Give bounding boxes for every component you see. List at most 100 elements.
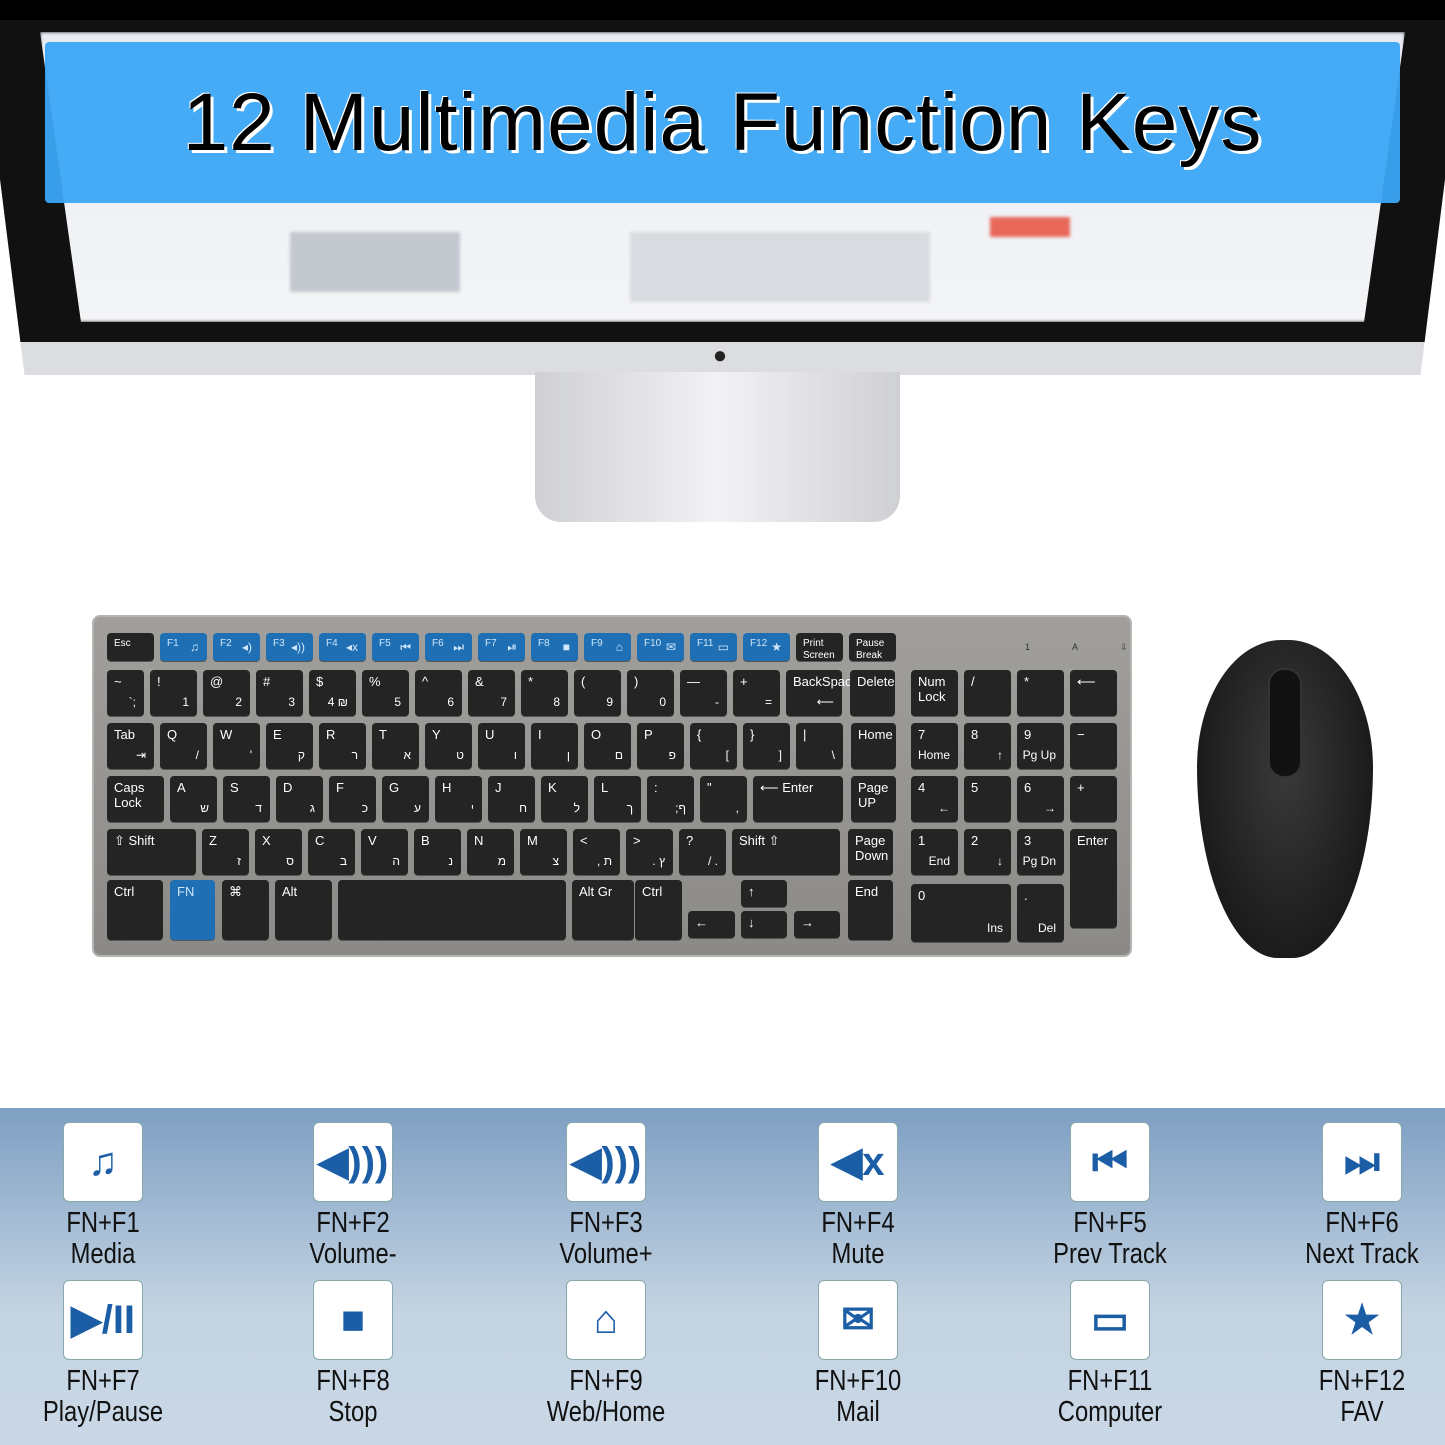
numpad-key-8[interactable]: 4 ←: [911, 776, 958, 822]
key-8[interactable]: Iן: [531, 723, 578, 769]
key-10[interactable]: ? / .: [679, 829, 726, 875]
numpad-key-0[interactable]: Num Lock: [911, 670, 958, 716]
key-11[interactable]: ",: [700, 776, 747, 822]
key-bottom-4[interactable]: [338, 880, 566, 940]
numpad-key-4[interactable]: 7 Home: [911, 723, 958, 769]
key-f6[interactable]: F6 ⏭: [425, 633, 472, 661]
key-f7[interactable]: F7 ⏯: [478, 633, 525, 661]
key-6[interactable]: Hי: [435, 776, 482, 822]
key-5[interactable]: Tא: [372, 723, 419, 769]
key-f1[interactable]: F1 ♫: [160, 633, 207, 661]
key-bottom-3[interactable]: Alt: [275, 880, 332, 940]
key-bottom-11[interactable]: End: [848, 880, 893, 940]
numpad-key-6[interactable]: 9 Pg Up: [1017, 723, 1064, 769]
key-bottom-2[interactable]: ⌘: [222, 880, 269, 940]
key-bottom-0[interactable]: Ctrl: [107, 880, 163, 940]
key-14[interactable]: Home: [851, 723, 896, 769]
key-7[interactable]: Jח: [488, 776, 535, 822]
key-bottom-6[interactable]: Ctrl: [635, 880, 682, 940]
key-f12[interactable]: F12 ★: [743, 633, 790, 661]
numpad-key-5[interactable]: 8 ↑: [964, 723, 1011, 769]
numpad-key-7[interactable]: −: [1070, 723, 1117, 769]
key-8[interactable]: Kל: [541, 776, 588, 822]
key-bottom-10[interactable]: →: [794, 911, 840, 938]
key-4[interactable]: Rר: [319, 723, 366, 769]
key-10[interactable]: ) 0: [627, 670, 674, 716]
key-0[interactable]: Caps Lock: [107, 776, 164, 822]
key-7[interactable]: Uו: [478, 723, 525, 769]
key-print-screen[interactable]: Print Screen: [796, 633, 843, 661]
key-12[interactable]: ⟵ Enter: [753, 776, 843, 822]
key-4[interactable]: Vה: [361, 829, 408, 875]
key-0[interactable]: Tab ⇥: [107, 723, 154, 769]
key-1[interactable]: ! 1: [150, 670, 197, 716]
key-8[interactable]: < , ת: [573, 829, 620, 875]
numpad-key-1[interactable]: /: [964, 670, 1011, 716]
numpad-key-11[interactable]: +: [1070, 776, 1117, 822]
key-2[interactable]: Xס: [255, 829, 302, 875]
key-3[interactable]: #3: [256, 670, 303, 716]
key-f5[interactable]: F5 ⏮: [372, 633, 419, 661]
key-f8[interactable]: F8 ■: [531, 633, 578, 661]
key-9[interactable]: Lך: [594, 776, 641, 822]
key-3[interactable]: Dג: [276, 776, 323, 822]
numpad-key-15[interactable]: Enter: [1070, 829, 1117, 928]
key-5[interactable]: Gע: [382, 776, 429, 822]
key-5[interactable]: Bנ: [414, 829, 461, 875]
key-13[interactable]: | \: [796, 723, 843, 769]
key-9[interactable]: Oם: [584, 723, 631, 769]
key-6[interactable]: Yט: [425, 723, 472, 769]
key-9[interactable]: > . ץ: [626, 829, 673, 875]
key-0[interactable]: ~ `;: [107, 670, 144, 716]
key-1[interactable]: Zז: [202, 829, 249, 875]
key-13[interactable]: BackSpace ⟵: [786, 670, 859, 716]
numpad-key-17[interactable]: . Del: [1017, 884, 1064, 942]
key-11[interactable]: {[: [690, 723, 737, 769]
key-pause-break[interactable]: Pause Break: [849, 633, 896, 661]
key-bottom-8[interactable]: ↑: [741, 880, 787, 907]
numpad-key-3[interactable]: ⟵: [1070, 670, 1117, 716]
key-bottom-1[interactable]: FN: [170, 880, 215, 940]
key-0[interactable]: ⇧ Shift: [107, 829, 196, 875]
numpad-key-2[interactable]: *: [1017, 670, 1064, 716]
key-f10[interactable]: F10 ✉: [637, 633, 684, 661]
key-14[interactable]: Delete: [850, 670, 895, 716]
key-1[interactable]: Q /: [160, 723, 207, 769]
key-f11[interactable]: F11 ▭: [690, 633, 737, 661]
key-11[interactable]: — -: [680, 670, 727, 716]
key-bottom-5[interactable]: Alt Gr: [572, 880, 634, 940]
key-7[interactable]: & 7: [468, 670, 515, 716]
key-6[interactable]: Nמ: [467, 829, 514, 875]
key-9[interactable]: (9: [574, 670, 621, 716]
key-12[interactable]: + =: [733, 670, 780, 716]
key-10[interactable]: : ;ף: [647, 776, 694, 822]
key-1[interactable]: Aש: [170, 776, 217, 822]
key-2[interactable]: @2: [203, 670, 250, 716]
key-f4[interactable]: F4 ◂x: [319, 633, 366, 661]
numpad-key-16[interactable]: 0 Ins: [911, 884, 1011, 942]
key-f3[interactable]: F3 ◂)): [266, 633, 313, 661]
numpad-key-12[interactable]: 1 End: [911, 829, 958, 875]
key-7[interactable]: Mצ: [520, 829, 567, 875]
key-12[interactable]: Page Down: [848, 829, 893, 875]
numpad-key-9[interactable]: 5: [964, 776, 1011, 822]
key-3[interactable]: Cב: [308, 829, 355, 875]
key-13[interactable]: Page UP: [851, 776, 896, 822]
key-2[interactable]: W ': [213, 723, 260, 769]
numpad-key-10[interactable]: 6 →: [1017, 776, 1064, 822]
key-4[interactable]: Fכ: [329, 776, 376, 822]
key-4[interactable]: $4 ₪: [309, 670, 356, 716]
key-8[interactable]: * 8: [521, 670, 568, 716]
key-11[interactable]: Shift ⇧: [732, 829, 840, 875]
numpad-key-14[interactable]: 3 Pg Dn: [1017, 829, 1064, 875]
key-bottom-9[interactable]: ↓: [741, 911, 787, 938]
key-bottom-7[interactable]: ←: [688, 911, 735, 938]
key-esc[interactable]: Esc: [107, 633, 154, 661]
numpad-key-13[interactable]: 2 ↓: [964, 829, 1011, 875]
key-10[interactable]: Pפ: [637, 723, 684, 769]
key-5[interactable]: % 5: [362, 670, 409, 716]
key-f2[interactable]: F2 ◂): [213, 633, 260, 661]
key-2[interactable]: Sד: [223, 776, 270, 822]
key-f9[interactable]: F9 ⌂: [584, 633, 631, 661]
key-3[interactable]: Eק: [266, 723, 313, 769]
